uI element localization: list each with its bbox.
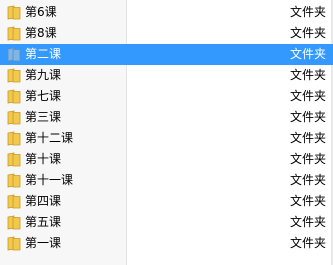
file-name: 第十一课 [25,173,74,187]
file-name: 第四课 [25,194,62,208]
file-type: 文件夹 [290,152,327,166]
file-name: 第九课 [25,68,62,82]
file-row[interactable]: 第十一课 文件夹 [0,170,333,191]
folder-icon [7,236,21,251]
folder-icon [7,152,21,167]
file-list-panel: 第6课 文件夹 第8课 文件夹 第二课 文件夹 第九课 文件夹 第七课 文件夹 … [0,0,333,265]
folder-icon [7,5,21,20]
folder-icon [7,68,21,83]
folder-icon [7,194,21,209]
file-list: 第6课 文件夹 第8课 文件夹 第二课 文件夹 第九课 文件夹 第七课 文件夹 … [0,2,333,254]
folder-icon [7,110,21,125]
folder-icon [7,26,21,41]
folder-icon [7,173,21,188]
file-row[interactable]: 第四课 文件夹 [0,191,333,212]
file-row[interactable]: 第九课 文件夹 [0,65,333,86]
file-name: 第十课 [25,152,62,166]
folder-icon [7,215,21,230]
file-name: 第一课 [25,236,62,250]
folder-icon [7,47,21,62]
file-row[interactable]: 第十二课 文件夹 [0,128,333,149]
file-type: 文件夹 [290,5,327,19]
file-name: 第七课 [25,89,62,103]
file-row[interactable]: 第8课 文件夹 [0,23,333,44]
folder-icon [7,89,21,104]
file-type: 文件夹 [290,173,327,187]
file-name: 第二课 [25,47,62,61]
file-type: 文件夹 [290,89,327,103]
file-type: 文件夹 [290,68,327,82]
file-type: 文件夹 [290,194,327,208]
file-row[interactable]: 第一课 文件夹 [0,233,333,254]
file-row[interactable]: 第十课 文件夹 [0,149,333,170]
file-type: 文件夹 [290,110,327,124]
file-type: 文件夹 [290,47,327,61]
file-row[interactable]: 第三课 文件夹 [0,107,333,128]
file-row[interactable]: 第二课 文件夹 [0,44,333,65]
file-row[interactable]: 第五课 文件夹 [0,212,333,233]
file-row[interactable]: 第七课 文件夹 [0,86,333,107]
file-type: 文件夹 [290,215,327,229]
file-type: 文件夹 [290,131,327,145]
file-name: 第三课 [25,110,62,124]
file-type: 文件夹 [290,236,327,250]
file-row[interactable]: 第6课 文件夹 [0,2,333,23]
file-name: 第十二课 [25,131,74,145]
file-name: 第8课 [25,26,57,40]
file-type: 文件夹 [290,26,327,40]
folder-icon [7,131,21,146]
file-name: 第五课 [25,215,62,229]
file-name: 第6课 [25,5,57,19]
